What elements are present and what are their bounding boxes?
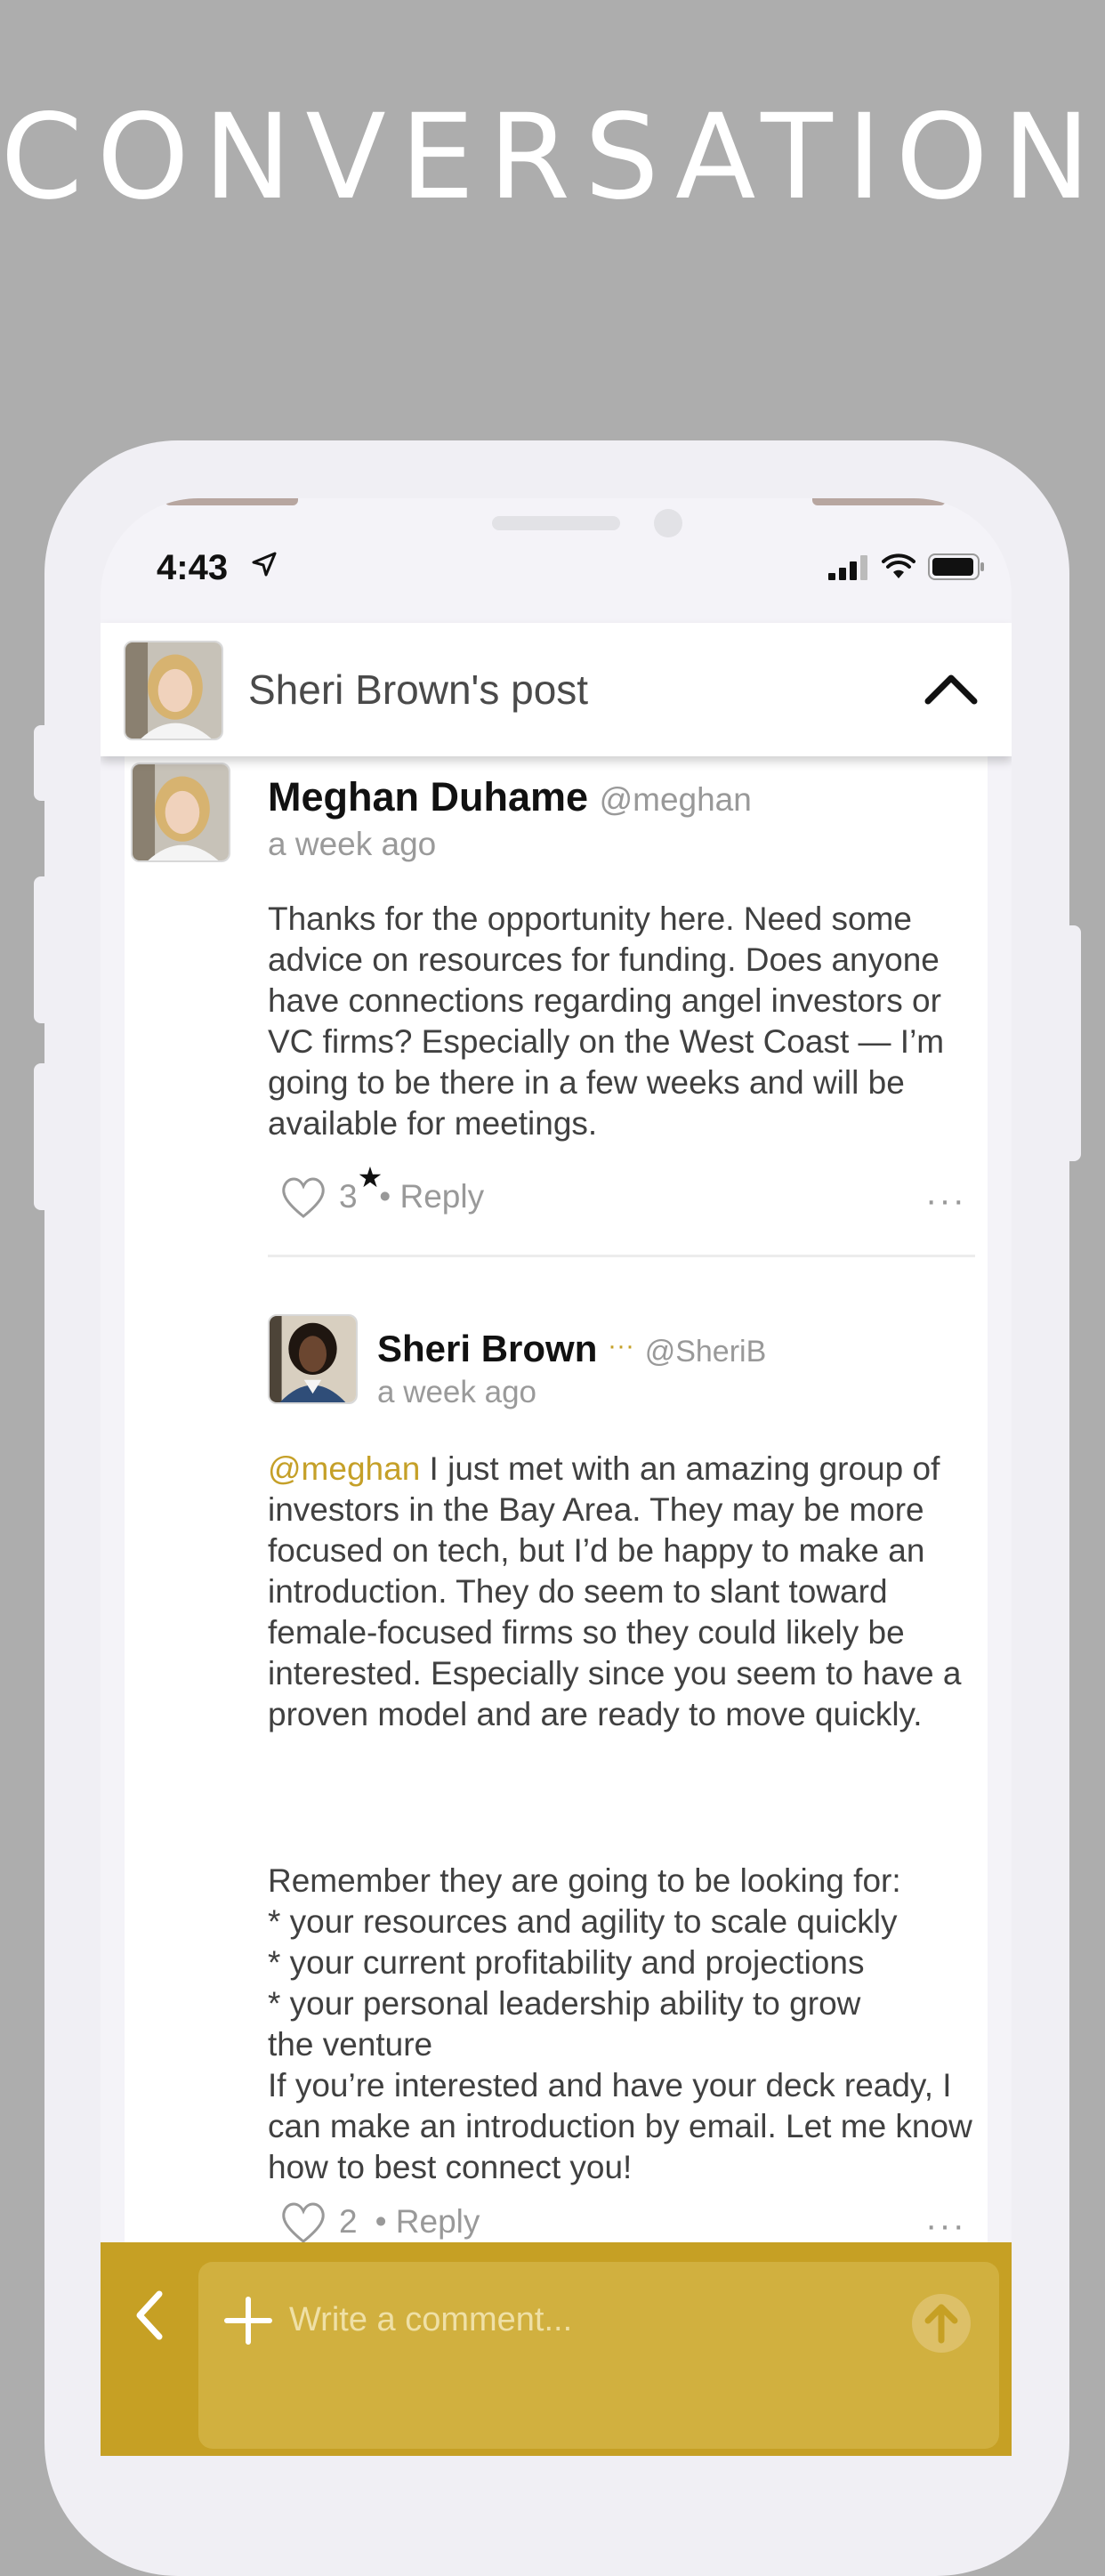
comment-thread: Meghan Duhame @meghan a week ago Thanks … (125, 756, 988, 2456)
comment-timestamp: a week ago (268, 826, 437, 862)
more-options-button[interactable]: ··· (925, 2206, 966, 2246)
notch-right (812, 498, 946, 505)
author-handle[interactable]: @meghan (600, 781, 752, 818)
battery-icon (928, 553, 984, 580)
more-options-button[interactable]: ··· (925, 1181, 966, 1221)
send-arrow-icon[interactable] (910, 2292, 972, 2354)
location-arrow-icon (252, 552, 277, 577)
comment-body-p1: I just met with an amazing group of inve… (268, 1450, 962, 1732)
comment-body-list: Remember they are going to be looking fo… (268, 1861, 980, 2065)
reply-button[interactable]: • Reply (375, 2203, 480, 2241)
star-icon: ★ (357, 1161, 383, 1193)
power-button (1063, 925, 1081, 1161)
status-icons (828, 553, 985, 580)
volume-up-button (34, 876, 52, 1023)
comment-body: Thanks for the opportunity here. Need so… (268, 900, 945, 1142)
comment-actions: 3 ★ • Reply (278, 1161, 484, 1222)
comment-author-line: Sheri Brown ··· @SheriB (377, 1328, 766, 1370)
signal-icon (828, 555, 867, 580)
comment-body-closing: If you’re interested and have your deck … (268, 2067, 972, 2185)
speaker (492, 516, 620, 530)
mute-switch (34, 725, 52, 801)
back-chevron-icon[interactable] (131, 2287, 166, 2344)
list-line: * your personal leadership ability to gr… (268, 1985, 861, 2022)
list-line: * your current profitability and project… (268, 1944, 865, 1981)
post-title: Sheri Brown's post (248, 666, 589, 713)
avatar (131, 763, 230, 862)
comment-body: @meghan I just met with an amazing group… (268, 1449, 980, 1735)
heart-icon[interactable] (278, 1172, 328, 1222)
author-badge: ··· (608, 1331, 635, 1361)
divider (268, 1255, 975, 1257)
comment-timestamp: a week ago (377, 1375, 537, 1409)
heart-icon[interactable] (278, 2197, 328, 2247)
author-name[interactable]: Sheri Brown (377, 1328, 597, 1369)
comment-input-placeholder: Write a comment... (289, 2301, 573, 2338)
volume-down-button (34, 1063, 52, 1210)
chevron-up-icon[interactable] (924, 671, 978, 707)
comment-actions: 2 • Reply (278, 2197, 480, 2247)
comment-input[interactable]: Write a comment... (198, 2262, 999, 2449)
front-camera (654, 509, 682, 537)
author-name[interactable]: Meghan Duhame (268, 774, 588, 820)
reply-button[interactable]: • Reply (379, 1178, 484, 1215)
post-header[interactable]: Sheri Brown's post (101, 623, 1012, 756)
avatar (124, 641, 223, 740)
mention-link[interactable]: @meghan (268, 1450, 420, 1487)
list-line: * your resources and agility to scale qu… (268, 1903, 898, 1940)
comment-author-line: Meghan Duhame @meghan (268, 774, 752, 820)
author-handle[interactable]: @SheriB (645, 1335, 767, 1369)
comment-composer: Write a comment... (101, 2242, 1012, 2456)
wifi-icon (882, 553, 915, 578)
list-line: Remember they are going to be looking fo… (268, 1862, 901, 1899)
phone-screen: 4:43 Sheri Brown's post Meghan Duhame @m… (101, 498, 1012, 2456)
notch-left (165, 498, 298, 505)
status-time: 4:43 (157, 548, 229, 587)
list-line: the venture (268, 2026, 433, 2063)
like-count: 2 (339, 2203, 358, 2240)
like-count: 3 (339, 1178, 358, 1215)
plus-icon[interactable] (222, 2294, 275, 2347)
headline: CONVERSATION (0, 89, 1105, 226)
avatar (268, 1314, 358, 1404)
